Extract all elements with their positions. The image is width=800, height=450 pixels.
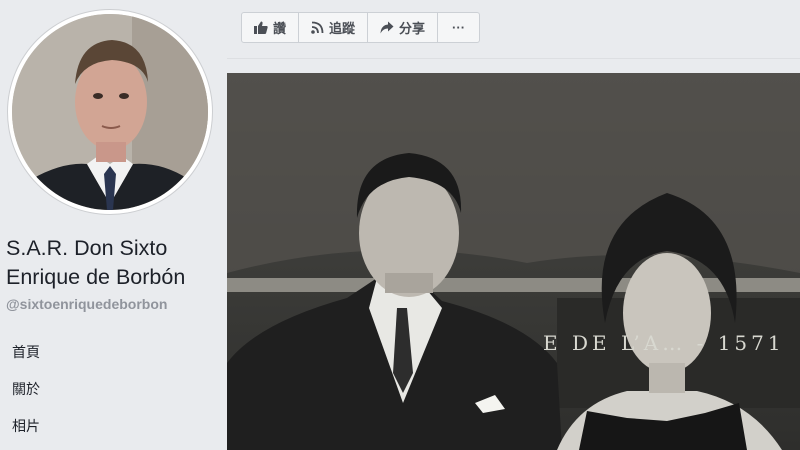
share-button[interactable]: 分享 (368, 13, 439, 42)
like-label: 讚 (273, 21, 287, 36)
action-button-group: 讚 追蹤 分享 ··· (241, 12, 481, 43)
more-icon: ··· (452, 20, 466, 35)
share-label: 分享 (399, 21, 426, 36)
follow-button[interactable]: 追蹤 (299, 13, 369, 42)
thumbs-up-icon (254, 21, 268, 34)
divider (227, 58, 800, 59)
avatar-image (12, 14, 208, 210)
page-title-line2: Enrique de Borbón (6, 265, 186, 289)
sidebar-item-about[interactable]: 關於 (0, 373, 227, 410)
like-button[interactable]: 讚 (242, 13, 300, 42)
avatar (12, 14, 208, 210)
share-arrow-icon (380, 21, 394, 34)
sidebar-item-home[interactable]: 首頁 (0, 336, 227, 373)
cover-inscription: E DE L’A… - 1571 (543, 331, 785, 355)
more-button[interactable]: ··· (438, 13, 479, 42)
profile-picture[interactable] (8, 10, 212, 214)
cover-photo[interactable]: E DE L’A… - 1571 (227, 73, 800, 450)
follow-label: 追蹤 (329, 21, 356, 36)
page-title-line1: S.A.R. Don Sixto (6, 236, 168, 260)
sidebar-nav: 首頁 關於 相片 (0, 336, 227, 447)
rss-icon (311, 21, 324, 34)
page-title: S.A.R. Don Sixto Enrique de Borbón (6, 234, 221, 292)
sidebar: S.A.R. Don Sixto Enrique de Borbón @sixt… (0, 0, 227, 450)
action-bar: 讚 追蹤 分享 ··· (227, 0, 800, 60)
main-content: 讚 追蹤 分享 ··· E DE L’A… - 1571 (227, 0, 800, 450)
page-handle[interactable]: @sixtoenriquedeborbon (6, 296, 167, 312)
sidebar-item-photos[interactable]: 相片 (0, 410, 227, 447)
cover-photo-image (227, 73, 800, 450)
